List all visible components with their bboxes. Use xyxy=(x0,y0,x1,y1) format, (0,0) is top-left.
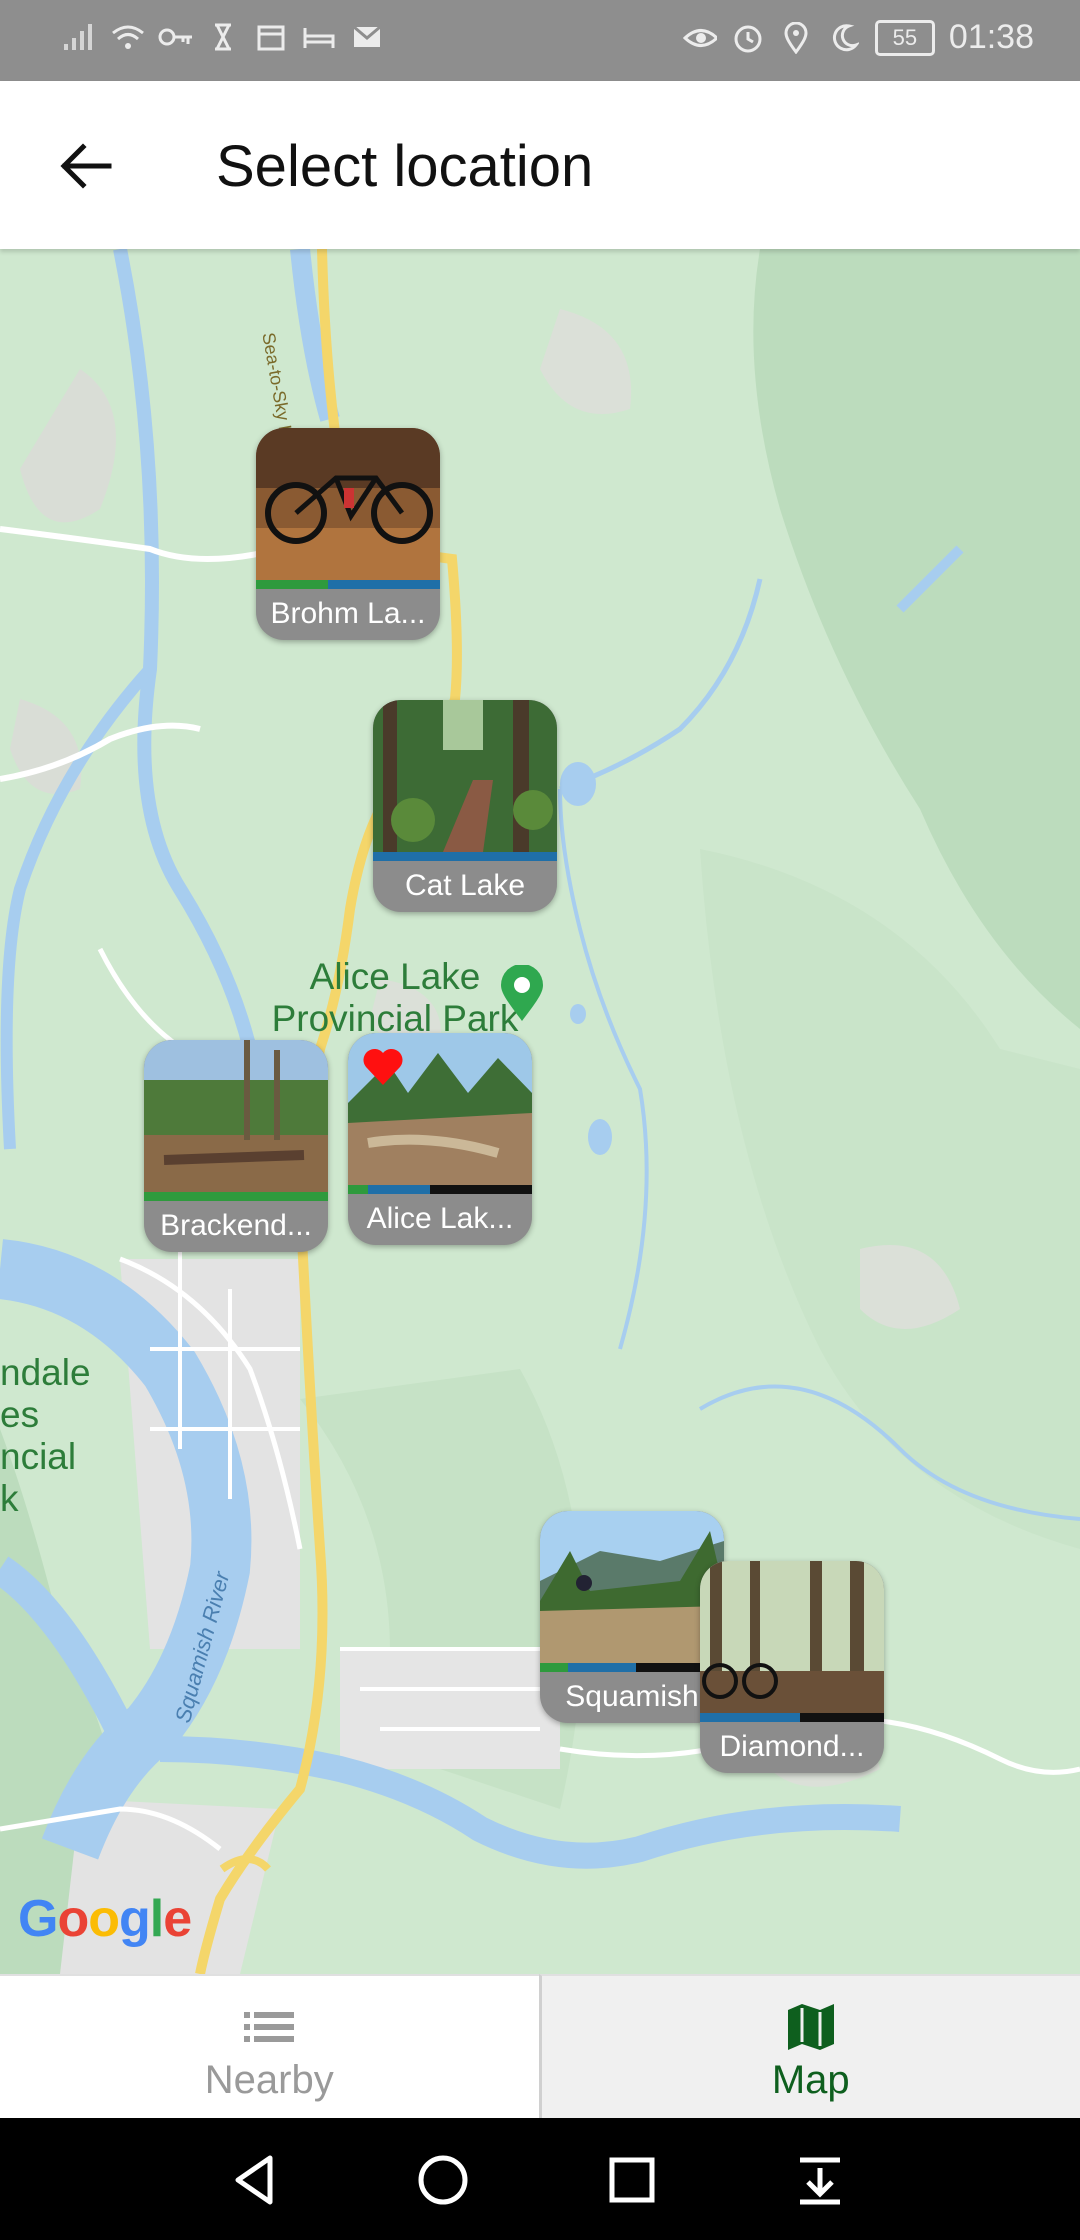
trail-photo xyxy=(373,700,557,852)
system-navigation-bar xyxy=(0,2118,1080,2240)
trail-marker-label: Brackend... xyxy=(160,1209,312,1242)
left-park-label: ndale es ncial k xyxy=(0,1352,91,1519)
trail-marker-label: Brohm La... xyxy=(270,597,426,630)
notification-pull-icon[interactable] xyxy=(788,2148,852,2212)
map-pin-icon xyxy=(501,964,543,1021)
map-view[interactable]: Sea-to-Sky Hwy Squamish River Alice Lake… xyxy=(0,249,1080,1974)
signal-icon xyxy=(62,20,96,54)
trail-marker-label: Diamond... xyxy=(719,1730,865,1763)
key-icon xyxy=(158,20,192,54)
difficulty-bar xyxy=(256,580,440,589)
location-icon xyxy=(779,21,813,55)
home-circle-icon[interactable] xyxy=(411,2148,475,2212)
battery-indicator: 55 xyxy=(874,19,935,56)
calendar-icon xyxy=(254,20,288,54)
moon-icon xyxy=(827,21,861,55)
trail-photo xyxy=(256,428,440,580)
tab-map[interactable]: Map xyxy=(538,1974,1080,2118)
mail-icon xyxy=(350,20,384,54)
trail-photo xyxy=(540,1511,724,1663)
wifi-icon xyxy=(110,20,144,54)
difficulty-bar xyxy=(373,852,557,861)
google-logo: Google xyxy=(18,1890,192,1948)
trail-photo xyxy=(700,1561,884,1713)
trail-marker-label: Alice Lak... xyxy=(366,1202,514,1235)
page-title: Select location xyxy=(216,134,594,199)
alarm-icon xyxy=(731,21,765,55)
trail-marker-diamond[interactable]: Diamond... xyxy=(700,1561,884,1773)
trail-marker-label: Cat Lake xyxy=(404,869,526,902)
park-location-pin[interactable] xyxy=(497,964,547,1023)
favorite-heart-icon xyxy=(363,1048,403,1085)
difficulty-bar xyxy=(144,1192,328,1201)
map-icon xyxy=(787,2004,834,2050)
trail-marker-squamish[interactable]: Squamish xyxy=(540,1511,724,1723)
recents-square-icon[interactable] xyxy=(600,2148,664,2212)
arrow-left-icon xyxy=(60,143,112,189)
tab-nearby[interactable]: Nearby xyxy=(0,1974,539,2118)
bottom-navigation: Nearby Map xyxy=(0,1974,1080,2118)
hourglass-icon xyxy=(206,20,240,54)
app-bar: Select location xyxy=(0,81,1080,249)
back-button[interactable] xyxy=(50,131,120,201)
trail-marker-cat-lake[interactable]: Cat Lake xyxy=(373,700,557,912)
trail-photo xyxy=(348,1033,532,1185)
tab-nearby-label: Nearby xyxy=(204,2058,334,2102)
trail-photo xyxy=(144,1040,328,1192)
difficulty-bar xyxy=(348,1185,532,1194)
trail-marker-label: Squamish xyxy=(565,1680,699,1713)
trail-marker-brohm-lake[interactable]: Brohm La... xyxy=(256,428,440,640)
list-icon xyxy=(244,2012,295,2042)
tab-map-label: Map xyxy=(771,2058,850,2102)
status-bar: 55 01:38 xyxy=(0,0,1080,81)
bed-icon xyxy=(302,20,336,54)
trail-marker-brackendale[interactable]: Brackend... xyxy=(144,1040,328,1252)
difficulty-bar xyxy=(540,1663,724,1672)
trail-marker-alice-lake[interactable]: Alice Lak... xyxy=(348,1033,532,1245)
eye-icon xyxy=(682,21,717,55)
back-triangle-icon[interactable] xyxy=(224,2148,288,2212)
status-time: 01:38 xyxy=(948,18,1034,56)
difficulty-bar xyxy=(700,1713,884,1722)
